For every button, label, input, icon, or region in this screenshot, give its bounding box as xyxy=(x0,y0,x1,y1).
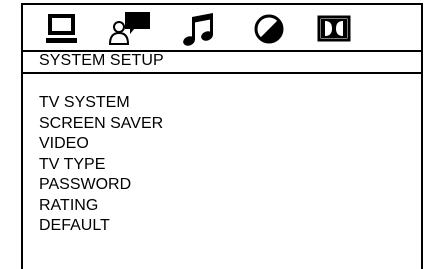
menu-item-screen-saver[interactable]: SCREEN SAVER xyxy=(39,114,163,135)
menu-item-default[interactable]: DEFAULT xyxy=(39,216,163,237)
setup-tab-bar xyxy=(23,5,421,52)
setup-menu-window: SYSTEM SETUP TV SYSTEM SCREEN SAVER VIDE… xyxy=(21,3,423,269)
menu-item-video[interactable]: VIDEO xyxy=(39,134,163,155)
speaker-setup-icon[interactable] xyxy=(108,11,152,47)
audio-note-icon[interactable] xyxy=(181,11,217,47)
menu-item-tv-type[interactable]: TV TYPE xyxy=(39,155,163,176)
section-header: SYSTEM SETUP xyxy=(23,50,421,74)
menu-item-password[interactable]: PASSWORD xyxy=(39,175,163,196)
preference-disc-icon[interactable] xyxy=(251,11,287,47)
dolby-icon[interactable] xyxy=(316,11,352,47)
setup-menu-list: TV SYSTEM SCREEN SAVER VIDEO TV TYPE PAS… xyxy=(39,93,163,237)
menu-item-tv-system[interactable]: TV SYSTEM xyxy=(39,93,163,114)
menu-item-rating[interactable]: RATING xyxy=(39,196,163,217)
section-title: SYSTEM SETUP xyxy=(39,52,164,69)
monitor-icon[interactable] xyxy=(43,11,81,47)
